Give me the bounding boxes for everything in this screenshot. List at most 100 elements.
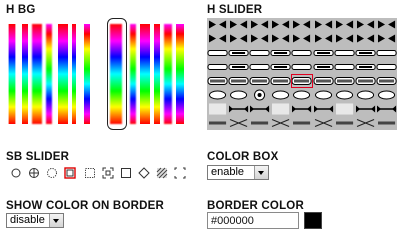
h-slider-option[interactable]	[291, 60, 313, 74]
h-slider-option[interactable]	[270, 46, 291, 60]
hue-bar-5[interactable]	[58, 24, 68, 124]
h-slider-option[interactable]	[334, 88, 355, 102]
color-box-select[interactable]: enable	[207, 165, 269, 180]
h-slider-option[interactable]	[334, 116, 355, 130]
h-slider-option[interactable]	[249, 18, 270, 32]
circle-icon[interactable]	[10, 166, 22, 178]
hue-bar-13[interactable]	[176, 24, 184, 124]
h-slider-option[interactable]	[228, 102, 249, 116]
h-slider-option[interactable]	[313, 32, 334, 46]
hue-bar-3[interactable]	[32, 24, 42, 124]
h-slider-option[interactable]	[355, 102, 376, 116]
chevron-down-icon[interactable]	[49, 214, 63, 227]
border-color-input[interactable]	[207, 212, 299, 229]
h-slider-option[interactable]	[376, 32, 397, 46]
hue-bar-4[interactable]	[46, 24, 52, 124]
h-slider-option[interactable]	[207, 60, 228, 74]
h-slider-option[interactable]	[313, 46, 334, 60]
h-slider-option[interactable]	[249, 116, 270, 130]
h-slider-option[interactable]	[207, 74, 228, 88]
show-color-on-border-select[interactable]: disable	[6, 213, 64, 228]
h-slider-option[interactable]	[334, 60, 355, 74]
hatched-square-icon[interactable]	[156, 166, 168, 179]
chevron-down-icon[interactable]	[254, 166, 268, 179]
h-slider-option[interactable]	[228, 32, 249, 46]
h-slider-option[interactable]	[249, 88, 270, 102]
h-slider-option[interactable]	[249, 60, 270, 74]
h-slider-option[interactable]	[355, 46, 376, 60]
crosshair-circle-icon[interactable]	[28, 166, 40, 178]
h-slider-option[interactable]	[291, 46, 313, 60]
hue-bar-11[interactable]	[154, 24, 160, 124]
h-slider-option[interactable]	[313, 18, 334, 32]
hue-bar-12[interactable]	[164, 24, 172, 124]
h-slider-option[interactable]	[313, 88, 334, 102]
h-slider-option[interactable]	[334, 46, 355, 60]
h-slider-option[interactable]	[313, 102, 334, 116]
h-slider-option[interactable]	[249, 102, 270, 116]
h-slider-option[interactable]	[313, 74, 334, 88]
h-slider-option[interactable]	[207, 102, 228, 116]
h-slider-option[interactable]	[355, 18, 376, 32]
h-slider-option[interactable]	[228, 18, 249, 32]
h-slider-option[interactable]	[376, 116, 397, 130]
dotted-square-icon[interactable]	[84, 166, 96, 178]
h-slider-option[interactable]	[355, 74, 376, 88]
hue-bar-1[interactable]	[8, 24, 16, 124]
h-slider-option[interactable]	[334, 18, 355, 32]
hue-bar-9[interactable]	[130, 24, 136, 124]
red-square-icon[interactable]	[64, 166, 76, 179]
h-slider-option[interactable]	[207, 46, 228, 60]
h-slider-option[interactable]	[355, 116, 376, 130]
diamond-icon[interactable]	[138, 166, 150, 179]
h-slider-option[interactable]	[270, 102, 291, 116]
h-slider-option[interactable]	[376, 18, 397, 32]
h-slider-option[interactable]	[207, 18, 228, 32]
h-slider-option[interactable]	[376, 102, 397, 116]
h-slider-option[interactable]	[270, 74, 291, 88]
h-slider-option[interactable]	[228, 46, 249, 60]
h-slider-option[interactable]	[207, 116, 228, 130]
color-box-select-value: enable	[211, 166, 245, 178]
h-slider-option[interactable]	[355, 60, 376, 74]
h-slider-option[interactable]	[207, 32, 228, 46]
h-slider-option[interactable]	[334, 102, 355, 116]
hue-bar-2[interactable]	[22, 24, 28, 124]
h-slider-option[interactable]	[270, 88, 291, 102]
hue-bar-7[interactable]	[84, 24, 90, 124]
h-slider-option[interactable]	[291, 18, 312, 32]
h-slider-option[interactable]	[376, 46, 397, 60]
dotted-circle-icon[interactable]	[46, 166, 58, 178]
h-slider-option[interactable]	[228, 116, 249, 130]
h-slider-option[interactable]	[376, 60, 397, 74]
h-slider-option[interactable]	[249, 32, 270, 46]
hue-bar-10[interactable]	[140, 24, 150, 124]
square-icon[interactable]	[120, 166, 132, 178]
h-slider-option[interactable]	[334, 74, 355, 88]
corner-square-icon[interactable]	[102, 166, 114, 179]
h-slider-option[interactable]	[334, 32, 355, 46]
h-slider-option[interactable]	[291, 32, 312, 46]
h-slider-option[interactable]	[291, 102, 312, 116]
h-slider-option[interactable]	[291, 88, 312, 102]
h-slider-option[interactable]	[249, 46, 270, 60]
h-slider-option[interactable]	[228, 60, 249, 74]
h-slider-option[interactable]	[228, 88, 249, 102]
bracket-square-icon[interactable]	[174, 166, 186, 179]
h-slider-option[interactable]	[270, 60, 291, 74]
h-slider-option[interactable]	[313, 60, 334, 74]
h-slider-option[interactable]	[270, 32, 291, 46]
h-slider-option[interactable]	[376, 74, 397, 88]
h-slider-option[interactable]	[249, 74, 270, 88]
h-slider-option[interactable]	[355, 32, 376, 46]
h-slider-option[interactable]	[355, 88, 376, 102]
border-color-swatch[interactable]	[304, 212, 322, 229]
h-slider-option[interactable]	[291, 116, 312, 130]
h-slider-option[interactable]	[228, 74, 249, 88]
h-slider-option[interactable]	[270, 116, 291, 130]
h-slider-option[interactable]	[313, 116, 334, 130]
h-slider-option[interactable]	[270, 18, 291, 32]
hue-bar-6[interactable]	[72, 24, 76, 124]
h-slider-option[interactable]	[376, 88, 397, 102]
h-slider-option[interactable]	[207, 88, 228, 102]
